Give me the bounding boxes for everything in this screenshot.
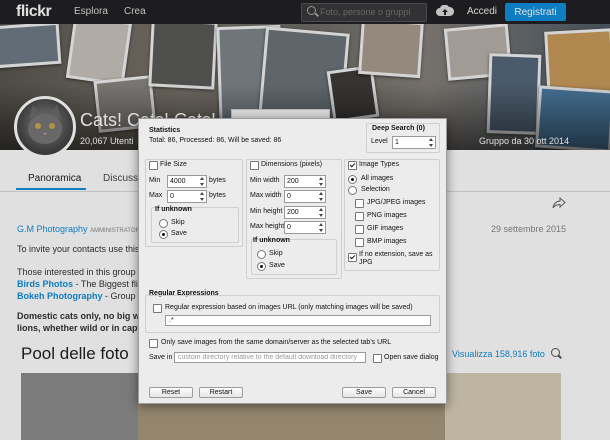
statistics-text: Total: 86, Processed: 86, Will be saved:… — [149, 137, 282, 144]
max-height-stepper[interactable] — [284, 221, 326, 234]
deep-search-title: Deep Search (0) — [372, 125, 425, 132]
level-input[interactable] — [395, 137, 425, 148]
file-size-save-radio[interactable] — [159, 230, 168, 239]
min-width-input[interactable] — [287, 176, 315, 187]
max-height-input[interactable] — [287, 222, 315, 233]
all-images-label: All images — [361, 175, 394, 182]
dimensions-skip-radio[interactable] — [257, 250, 266, 259]
statistics-title: Statistics — [149, 127, 181, 134]
open-save-dialog-checkbox[interactable] — [373, 354, 382, 363]
cancel-button[interactable]: Cancel — [392, 387, 436, 398]
bmp-label: BMP images — [367, 238, 407, 245]
min-width-label: Min width — [250, 177, 280, 184]
max-height-label: Max height — [250, 223, 285, 230]
file-size-checkbox[interactable] — [149, 161, 158, 170]
file-size-skip-label: Skip — [171, 219, 185, 226]
stepper-arrows-icon[interactable] — [428, 138, 434, 147]
stepper-arrows-icon[interactable] — [318, 192, 324, 201]
level-label: Level — [371, 138, 388, 145]
max-size-unit: bytes — [209, 192, 226, 199]
stepper-arrows-icon[interactable] — [318, 177, 324, 186]
reset-button[interactable]: Reset — [149, 387, 193, 398]
dimensions-save-radio[interactable] — [257, 262, 266, 271]
jpg-label: JPG/JPEG images — [367, 199, 426, 206]
gif-label: GIF images — [367, 225, 404, 232]
min-height-input[interactable] — [287, 207, 315, 218]
regex-label: Regular expression based on images URL (… — [165, 304, 413, 311]
dimensions-skip-label: Skip — [269, 250, 283, 257]
same-domain-checkbox[interactable] — [149, 339, 158, 348]
stepper-arrows-icon[interactable] — [318, 223, 324, 232]
min-height-label: Min height — [250, 208, 283, 215]
selection-label: Selection — [361, 186, 390, 193]
save-in-label: Save in — [149, 354, 173, 361]
dimensions-unknown-title: If unknown — [253, 237, 290, 244]
save-button[interactable]: Save — [342, 387, 386, 398]
dimensions-label: Dimensions (pixels) — [261, 161, 323, 168]
all-images-radio[interactable] — [348, 175, 357, 184]
image-types-checkbox[interactable] — [348, 161, 357, 170]
bmp-checkbox[interactable] — [355, 238, 364, 247]
stepper-arrows-icon[interactable] — [199, 192, 205, 201]
min-height-stepper[interactable] — [284, 206, 326, 219]
file-size-label: File Size — [160, 161, 187, 168]
max-size-stepper[interactable] — [167, 190, 207, 203]
stepper-arrows-icon[interactable] — [199, 177, 205, 186]
no-extension-checkbox[interactable] — [348, 253, 357, 262]
min-size-input[interactable] — [170, 176, 196, 187]
min-size-label: Min — [149, 177, 161, 184]
max-size-label: Max — [149, 192, 163, 199]
min-width-stepper[interactable] — [284, 175, 326, 188]
regex-checkbox[interactable] — [153, 304, 162, 313]
no-extension-format: JPG — [359, 259, 373, 266]
no-extension-label: If no extension, save as — [359, 251, 433, 258]
jpg-checkbox[interactable] — [355, 199, 364, 208]
stepper-arrows-icon[interactable] — [318, 208, 324, 217]
restart-button[interactable]: Restart — [199, 387, 243, 398]
image-types-label: Image Types — [359, 161, 399, 168]
file-size-skip-radio[interactable] — [159, 219, 168, 228]
file-size-unknown-title: If unknown — [155, 206, 192, 213]
regex-group — [145, 295, 440, 333]
gif-checkbox[interactable] — [355, 225, 364, 234]
max-width-label: Max width — [250, 192, 282, 199]
level-stepper[interactable] — [392, 136, 436, 149]
max-size-input[interactable] — [170, 191, 196, 202]
file-size-save-label: Save — [171, 230, 187, 237]
same-domain-label: Only save images from the same domain/se… — [161, 339, 392, 346]
dimensions-checkbox[interactable] — [250, 161, 259, 170]
min-size-unit: bytes — [209, 177, 226, 184]
png-label: PNG images — [367, 212, 407, 219]
max-width-input[interactable] — [287, 191, 315, 202]
image-download-options-dialog: Statistics Total: 86, Processed: 86, Wil… — [138, 118, 447, 404]
dimensions-save-label: Save — [269, 262, 285, 269]
open-save-dialog-label: Open save dialog — [384, 354, 439, 361]
selection-radio[interactable] — [348, 186, 357, 195]
png-checkbox[interactable] — [355, 212, 364, 221]
min-size-stepper[interactable] — [167, 175, 207, 188]
max-width-stepper[interactable] — [284, 190, 326, 203]
regex-input[interactable] — [165, 315, 431, 326]
save-in-input[interactable] — [174, 352, 366, 363]
